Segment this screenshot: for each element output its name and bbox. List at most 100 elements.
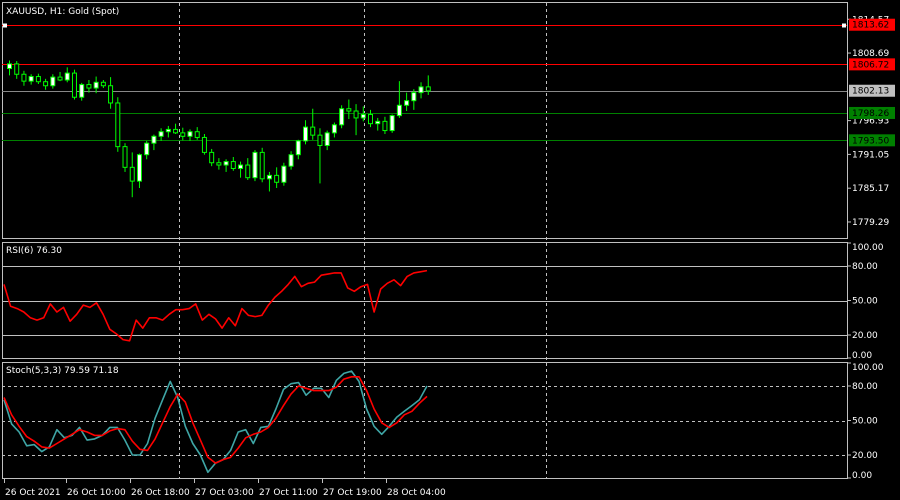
candle-body: [57, 76, 63, 81]
price-axis-label: 1793.50: [849, 134, 895, 147]
candle-body: [396, 104, 402, 117]
candle: [223, 159, 229, 172]
indicator-tick-label: 80.00: [852, 262, 878, 272]
candle: [187, 129, 193, 141]
candle-body: [194, 131, 200, 138]
candle: [144, 140, 150, 160]
candle-body: [129, 166, 135, 182]
candle: [93, 76, 99, 94]
candle-body: [115, 102, 121, 148]
candle-body: [360, 113, 366, 119]
indicator-tick-label: 20.00: [852, 451, 878, 461]
candle: [71, 69, 77, 100]
candle-body: [86, 84, 92, 89]
candle-body: [259, 151, 265, 180]
price-axis-label: 1806.72: [849, 58, 895, 71]
candle-body: [144, 142, 150, 156]
candle-body: [21, 73, 27, 82]
rsi-pane[interactable]: 100.00 80.00 50.00 20.00 0.00 RSI(6) 76.30: [2, 242, 884, 361]
candle-body: [50, 76, 56, 87]
candle: [100, 79, 106, 89]
candle: [180, 127, 186, 141]
candle-body: [252, 151, 258, 179]
price-axis-label: 1813.62: [849, 18, 895, 31]
candle: [57, 71, 63, 82]
candle-body: [35, 76, 41, 83]
indicator-tick-label: 0.00: [852, 351, 872, 361]
indicator-tick-label: 100.00: [852, 363, 884, 373]
candle-body: [100, 81, 106, 87]
candle: [259, 147, 265, 183]
candle-body: [93, 81, 99, 89]
time-label: 27 Oct 03:00: [195, 488, 254, 498]
candle-body: [274, 174, 280, 183]
candle-body: [331, 124, 337, 134]
candle-body: [411, 92, 417, 102]
candle: [21, 70, 27, 86]
level-handle-left[interactable]: [3, 23, 7, 28]
candle-body: [14, 63, 20, 75]
indicator-title: Stoch(5,3,3) 79.59 71.18: [6, 366, 119, 376]
time-label: 26 Oct 10:00: [67, 488, 126, 498]
candle-body: [404, 100, 410, 106]
candle: [64, 67, 70, 83]
candle: [404, 92, 410, 112]
chart-title: XAUUSD, H1: Gold (Spot): [6, 7, 119, 17]
indicator-tick-label: 20.00: [852, 331, 878, 341]
candle: [209, 148, 215, 167]
candle: [216, 158, 222, 170]
candle-body: [165, 128, 171, 133]
indicator-tick-label: 50.00: [852, 417, 878, 427]
candle-body: [209, 151, 215, 164]
candle-body: [230, 161, 236, 169]
candle-body: [339, 108, 345, 126]
candle-body: [122, 146, 128, 168]
candle-body: [187, 131, 193, 137]
candle-body: [43, 81, 49, 87]
candle-body: [353, 110, 359, 119]
time-label: 27 Oct 11:00: [259, 488, 318, 498]
candle: [331, 122, 337, 138]
candle-body: [28, 76, 34, 82]
candle-body: [173, 128, 179, 134]
candle: [108, 77, 114, 109]
candle: [266, 171, 272, 192]
time-label: 26 Oct 2021: [5, 488, 61, 498]
time-grid: [179, 3, 547, 478]
candle-body: [324, 132, 330, 146]
candle-body: [201, 136, 207, 153]
candle: [295, 139, 301, 160]
price-pane[interactable]: 1814.571808.691796.931791.051785.171779.…: [2, 7, 895, 228]
candle: [230, 156, 236, 171]
candle: [79, 82, 85, 101]
candle: [201, 134, 207, 155]
candle: [389, 114, 395, 133]
candle: [252, 150, 258, 182]
level-handle-right[interactable]: [842, 23, 846, 28]
candle: [7, 60, 12, 76]
candle-body: [216, 162, 222, 166]
time-axis: 26 Oct 2021 26 Oct 10:00 26 Oct 18:00 27 Oc…: [4, 478, 446, 498]
candle-body: [151, 135, 157, 144]
price-tick-label: 1791.05: [852, 150, 889, 160]
candle-body: [180, 132, 186, 137]
candle-body: [7, 63, 12, 70]
candle: [411, 89, 417, 110]
candle: [194, 127, 200, 140]
candle-body: [79, 84, 85, 98]
time-label: 28 Oct 04:00: [387, 488, 446, 498]
candle: [324, 130, 330, 151]
candle-body: [346, 108, 352, 112]
candle-body: [389, 115, 395, 132]
price-label-text: 1793.50: [852, 136, 889, 146]
time-label: 27 Oct 19:00: [323, 488, 382, 498]
trading-chart[interactable]: 1814.571808.691796.931791.051785.171779.…: [0, 0, 900, 500]
candle-body: [108, 85, 114, 104]
candle-body: [71, 72, 77, 98]
candle: [368, 109, 373, 128]
candle-body: [158, 131, 164, 137]
stoch-pane[interactable]: 100.00 80.00 50.00 20.00 0.00 Stoch(5,3,3) 79…: [2, 362, 884, 481]
candle-body: [266, 174, 272, 180]
candle-body: [303, 126, 309, 142]
candle: [245, 158, 251, 180]
